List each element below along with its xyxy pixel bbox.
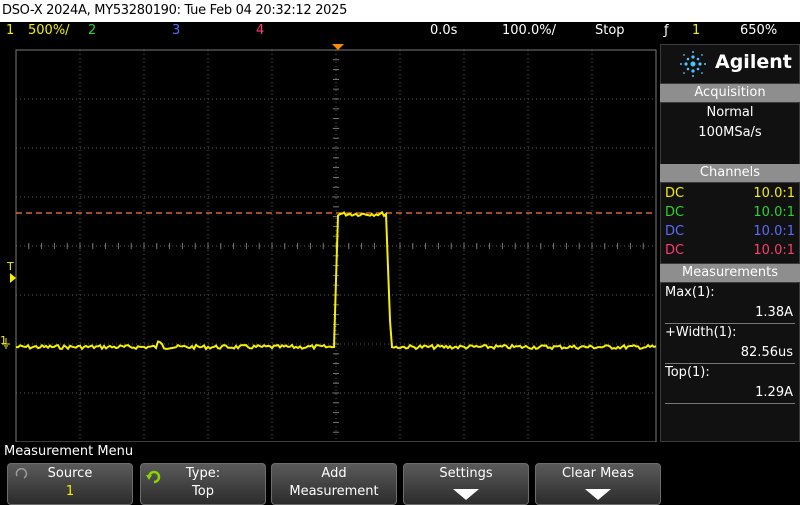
brand-name: Agilent xyxy=(715,51,792,73)
measurements-box[interactable]: Max(1): 1.38A +Width(1): 82.56us Top(1):… xyxy=(660,282,800,442)
trigger-level[interactable]: 650% xyxy=(740,23,777,38)
clear-meas-softkey[interactable]: Clear Meas xyxy=(535,463,661,505)
measurement-divider xyxy=(665,363,795,364)
settings-softkey[interactable]: Settings xyxy=(403,463,529,505)
clear-meas-softkey-label: Clear Meas xyxy=(561,466,635,481)
submenu-arrow-icon xyxy=(585,489,611,500)
side-panel: Agilent Acquisition Normal 100MSa/s Chan… xyxy=(660,44,800,442)
time-scale[interactable]: 100.0%/ xyxy=(502,23,556,38)
ch1-scale[interactable]: 500%/ xyxy=(28,23,70,38)
source-softkey-value: 1 xyxy=(65,484,75,499)
graticule: T 1 xyxy=(0,44,657,443)
measurement-top-value: 1.29A xyxy=(755,385,793,400)
channel-row-3[interactable]: DC 10.0:1 xyxy=(663,222,797,241)
agilent-spark-icon xyxy=(680,51,706,77)
ch4-number[interactable]: 4 xyxy=(256,23,264,38)
trigger-position-marker xyxy=(332,44,344,50)
settings-softkey-label: Settings xyxy=(439,466,493,481)
channel-4-coupling: DC xyxy=(665,243,685,258)
waveform-display[interactable]: T 1 xyxy=(0,42,658,443)
run-state[interactable]: Stop xyxy=(595,23,625,38)
measurement-width-value: 82.56us xyxy=(740,345,793,360)
measurement-top-label: Top(1): xyxy=(665,365,710,380)
channel-2-probe: 10.0:1 xyxy=(753,205,795,220)
type-softkey[interactable]: Type: Top xyxy=(140,463,266,505)
measurement-divider xyxy=(665,323,795,324)
trigger-channel[interactable]: 1 xyxy=(692,23,700,38)
channel-1-probe: 10.0:1 xyxy=(753,186,795,201)
time-delay[interactable]: 0.0s xyxy=(430,23,457,38)
acquisition-header: Acquisition xyxy=(660,84,800,102)
channel-row-1[interactable]: DC 10.0:1 xyxy=(663,184,797,203)
title-bar: DSO-X 2024A, MY53280190: Tue Feb 04 20:3… xyxy=(0,0,800,22)
sample-rate: 100MSa/s xyxy=(698,125,762,140)
source-softkey[interactable]: Source 1 xyxy=(7,463,133,505)
source-softkey-label: Source xyxy=(47,466,93,481)
measurement-max-label: Max(1): xyxy=(665,285,715,300)
type-softkey-value: Top xyxy=(192,484,214,499)
acquisition-box[interactable]: Normal 100MSa/s xyxy=(660,102,800,166)
trigger-level-arrow xyxy=(10,273,16,283)
title-text: DSO-X 2024A, MY53280190: Tue Feb 04 20:3… xyxy=(2,3,348,18)
measurement-width-label: +Width(1): xyxy=(665,325,737,340)
channel-row-2[interactable]: DC 10.0:1 xyxy=(663,203,797,222)
type-softkey-label: Type: xyxy=(185,466,221,481)
status-bar: 1 500%/ 2 3 4 0.0s 100.0%/ Stop ƒ 1 650% xyxy=(0,22,800,42)
channel-2-coupling: DC xyxy=(665,205,685,220)
add-measurement-line2: Measurement xyxy=(289,484,379,499)
channel-row-4[interactable]: DC 10.0:1 xyxy=(663,241,797,260)
channel-3-coupling: DC xyxy=(665,224,685,239)
channels-box[interactable]: DC 10.0:1 DC 10.0:1 DC 10.0:1 DC 10.0:1 xyxy=(660,182,800,264)
brand-logo: Agilent xyxy=(660,44,800,84)
add-measurement-softkey[interactable]: Add Measurement xyxy=(271,463,397,505)
add-measurement-line1: Add xyxy=(321,466,347,481)
menu-title: Measurement Menu xyxy=(4,444,134,459)
measurements-header: Measurements xyxy=(660,264,800,282)
channel-4-probe: 10.0:1 xyxy=(753,243,795,258)
ch1-trace xyxy=(15,210,657,351)
channels-header: Channels xyxy=(660,164,800,182)
trigger-edge-icon: ƒ xyxy=(664,23,669,38)
trigger-level-marker: T xyxy=(6,260,14,273)
acquisition-mode: Normal xyxy=(706,105,754,120)
ch2-number[interactable]: 2 xyxy=(88,23,96,38)
submenu-arrow-icon xyxy=(453,489,479,500)
measurement-divider xyxy=(665,403,795,404)
measurement-max-value: 1.38A xyxy=(755,305,793,320)
ch3-number[interactable]: 3 xyxy=(172,23,180,38)
softkey-menu: Measurement Menu Source 1 Type: Top Add … xyxy=(0,443,800,505)
ch1-number[interactable]: 1 xyxy=(6,23,14,38)
channel-3-probe: 10.0:1 xyxy=(753,224,795,239)
channel-1-coupling: DC xyxy=(665,186,685,201)
